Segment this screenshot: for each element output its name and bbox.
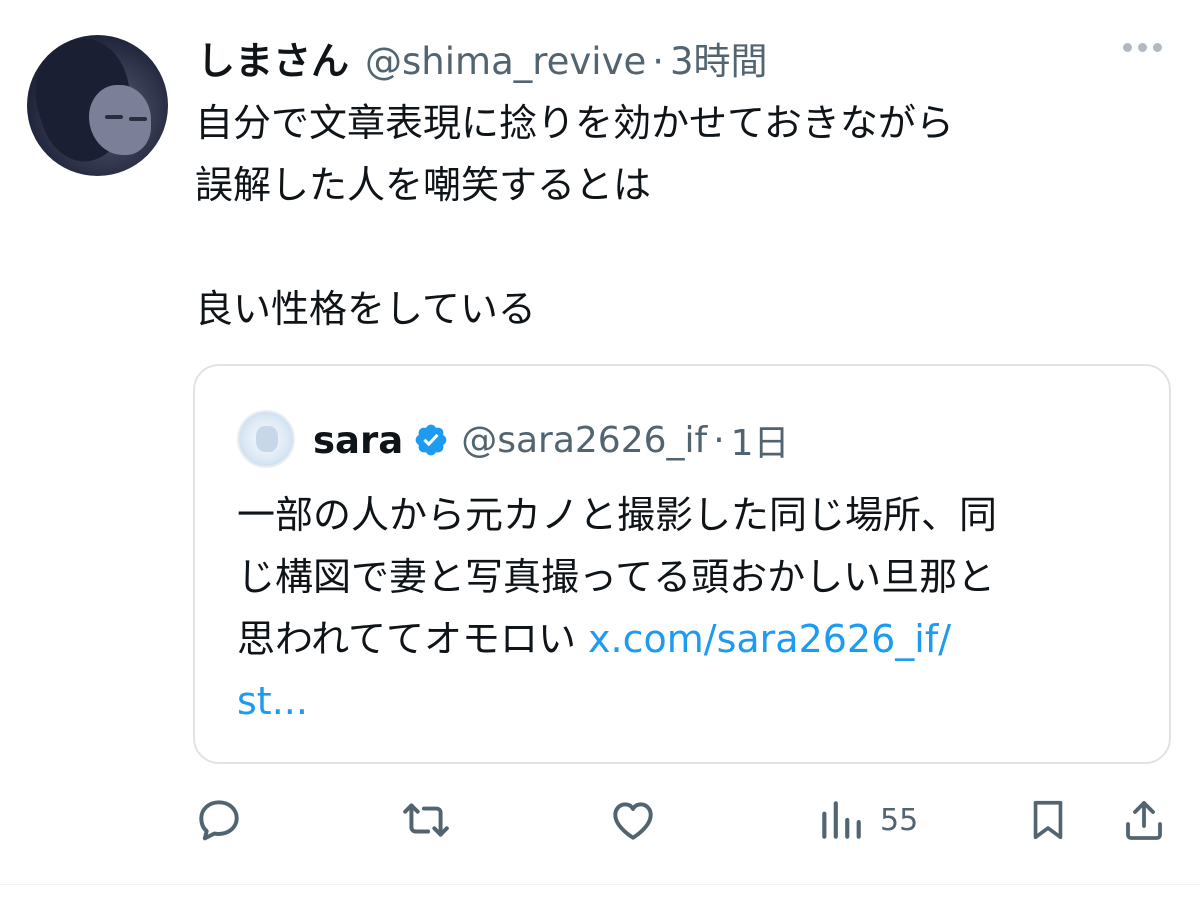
verified-badge-icon	[415, 424, 447, 456]
quoted-author-avatar[interactable]	[237, 410, 295, 468]
like-icon	[613, 802, 653, 840]
repost-button[interactable]	[400, 790, 452, 850]
quoted-post-timestamp[interactable]: 1日	[731, 414, 790, 466]
quoted-text-line: 一部の人から元カノと撮影した同じ場所、同	[237, 493, 998, 537]
more-options-button[interactable]	[1123, 43, 1162, 52]
post-text-line: 良い性格をしている	[195, 287, 536, 331]
author-handle[interactable]: @shima_revive	[365, 40, 646, 83]
author-avatar[interactable]	[27, 35, 168, 176]
quoted-author-name[interactable]: sara	[313, 419, 403, 462]
separator-dot: ·	[652, 40, 665, 83]
quoted-post-link[interactable]: x.com/sara2626_if/	[588, 617, 951, 661]
post-timestamp[interactable]: 3時間	[670, 31, 768, 85]
post-text: 自分で文章表現に捻りを効かせておきながら 誤解した人を嘲笑するとは 良い性格をし…	[195, 92, 1175, 340]
post-text-line: 誤解した人を嘲笑するとは	[195, 163, 652, 207]
quoted-text-fragment: 思われててオモロい	[237, 617, 589, 661]
separator-dot: ·	[713, 419, 725, 461]
post-divider	[0, 884, 1200, 885]
quoted-post-text: 一部の人から元カノと撮影した同じ場所、同 じ構図で妻と写真撮ってる頭おかしい旦那…	[237, 484, 1147, 732]
post-text-line: 自分で文章表現に捻りを効かせておきながら	[195, 101, 954, 145]
quoted-text-line: st...	[237, 670, 1147, 732]
bookmark-icon	[1033, 800, 1063, 840]
bookmark-button[interactable]	[1025, 790, 1071, 850]
reply-button[interactable]	[194, 790, 244, 850]
reply-icon	[199, 800, 239, 841]
views-count: 55	[880, 802, 919, 838]
quoted-post-header: sara @sara2626_if · 1日	[313, 410, 790, 470]
views-button[interactable]: 55	[816, 790, 918, 850]
quoted-text-line: 思われててオモロい x.com/sara2626_if/	[237, 608, 1147, 670]
share-icon	[1126, 801, 1162, 840]
quoted-post-link-continued[interactable]: st...	[237, 679, 308, 723]
views-icon	[822, 801, 861, 839]
like-button[interactable]	[607, 790, 659, 850]
more-horizontal-icon	[1123, 43, 1132, 52]
repost-icon	[403, 803, 449, 837]
action-bar: 55	[0, 790, 1200, 850]
quoted-author-handle[interactable]: @sara2626_if	[461, 420, 707, 461]
quoted-post-card[interactable]: sara @sara2626_if · 1日 一部の人から元カノと撮影した同じ場…	[193, 364, 1171, 764]
quoted-text-line: じ構図で妻と写真撮ってる頭おかしい旦那と	[237, 555, 996, 599]
share-button[interactable]	[1120, 790, 1168, 850]
author-name[interactable]: しまさん	[197, 30, 349, 85]
post-header: しまさん @shima_revive · 3時間	[197, 30, 768, 90]
